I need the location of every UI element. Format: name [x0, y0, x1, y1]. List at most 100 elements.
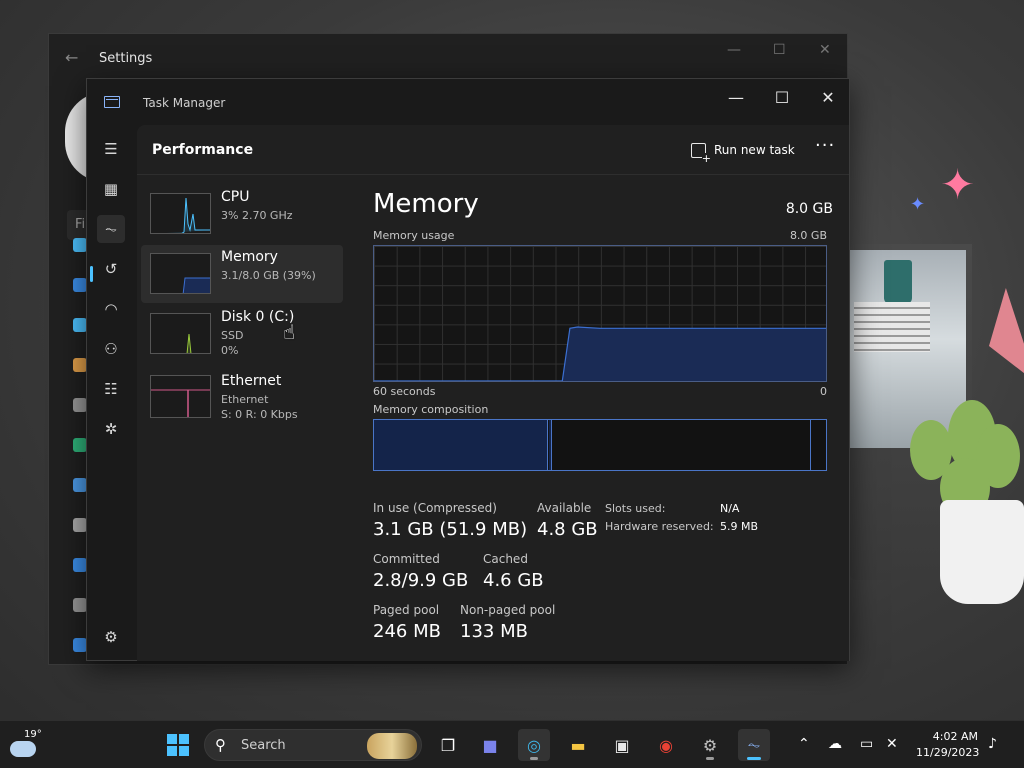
slots-used-label: Slots used: — [605, 502, 666, 515]
memory-usage-label: Memory usage — [373, 229, 455, 242]
memory-composition-label: Memory composition — [373, 403, 489, 416]
settings-title: Settings — [99, 51, 153, 66]
cpu-thumbnail — [150, 193, 211, 234]
perf-item-cpu[interactable]: CPU 3% 2.70 GHz — [141, 185, 343, 243]
sparkle-decoration-small: ✦ — [910, 194, 926, 215]
running-indicator — [530, 757, 538, 760]
time-end-label: 0 — [820, 385, 827, 398]
task-manager-taskbar-icon[interactable]: ⏦ — [738, 729, 770, 761]
window-title: Task Manager — [143, 96, 226, 110]
close-button[interactable]: ✕ — [805, 83, 851, 113]
startup-apps-icon[interactable]: ◠ — [97, 295, 125, 323]
taskbar-search[interactable]: ⚲ Search — [204, 729, 422, 761]
composition-free — [812, 420, 826, 470]
hardware-reserved-label: Hardware reserved: — [605, 520, 714, 533]
stat-value: 133 MB — [460, 621, 528, 642]
memory-thumbnail — [150, 253, 211, 294]
apps-icon — [73, 398, 87, 412]
accessibility-icon — [73, 558, 87, 572]
stat-value: 4.8 GB — [537, 519, 598, 540]
stat-cached: Cached 4.6 GB — [483, 552, 544, 591]
network-status-icon[interactable]: ▭ — [860, 736, 873, 752]
stat-committed: Committed 2.8/9.9 GB — [373, 552, 468, 591]
nav-active-indicator — [90, 266, 93, 282]
clock[interactable]: 4:02 AM 11/29/2023 — [916, 729, 980, 761]
back-arrow-icon[interactable]: ← — [65, 48, 78, 67]
memory-usage-graph-svg — [374, 326, 826, 381]
composition-in-use — [374, 420, 548, 470]
maximize-button[interactable]: ☐ — [759, 83, 805, 113]
close-icon[interactable]: ✕ — [819, 42, 831, 58]
stat-value: 2.8/9.9 GB — [373, 570, 469, 591]
perf-item-disk[interactable]: Disk 0 (C:) SSD 0% — [141, 305, 343, 363]
content-pane: Performance Run new task ··· CPU 3% 2.70… — [137, 125, 849, 661]
stat-label: Committed — [373, 552, 440, 566]
memory-usage-area — [374, 327, 826, 381]
services-icon[interactable]: ✲ — [97, 415, 125, 443]
settings-gear-icon[interactable]: ⚙ — [97, 623, 125, 651]
composition-modified — [549, 420, 552, 470]
perf-item-ethernet[interactable]: Ethernet Ethernet S: 0 R: 0 Kbps — [141, 371, 343, 429]
weather-temp: 19° — [24, 729, 42, 740]
more-options-button[interactable]: ··· — [815, 135, 835, 156]
task-manager-window[interactable]: Task Manager — ☐ ✕ ☰ ▦ ⏦ ↺ ◠ ⚇ ☷ ✲ ⚙ Per… — [86, 78, 850, 661]
notifications-bell-icon[interactable]: ♪ — [988, 736, 997, 752]
show-hidden-icons-chevron-icon[interactable]: ⌃ — [798, 736, 810, 752]
clock-time: 4:02 AM — [932, 730, 978, 743]
clock-date: 11/29/2023 — [916, 746, 980, 759]
details-icon[interactable]: ☷ — [97, 375, 125, 403]
sparkle-decoration: ✦ — [940, 160, 976, 209]
perf-item-detail: 3% 2.70 GHz — [221, 209, 293, 222]
app-history-icon[interactable]: ↺ — [97, 255, 125, 283]
memory-composition-bar — [373, 419, 827, 471]
system-icon — [73, 238, 87, 252]
task-manager-app-icon — [104, 96, 120, 108]
run-new-task-label: Run new task — [714, 143, 795, 157]
time-span-label: 60 seconds — [373, 385, 436, 398]
memory-total: 8.0 GB — [785, 201, 833, 217]
run-new-task-button[interactable]: Run new task — [691, 139, 795, 164]
settings-app-icon[interactable]: ⚙ — [694, 729, 726, 761]
perf-item-name: CPU — [221, 189, 250, 205]
hand-cursor-icon: ☝ — [283, 320, 296, 344]
performance-icon[interactable]: ⏦ — [97, 215, 125, 243]
teams-icon[interactable]: ■ — [474, 729, 506, 761]
personalization-icon — [73, 358, 87, 372]
gaming-icon — [73, 518, 87, 532]
minimize-button[interactable]: — — [713, 83, 759, 113]
bluetooth-icon — [73, 278, 87, 292]
stat-label: Available — [537, 501, 592, 515]
perf-item-memory[interactable]: Memory 3.1/8.0 GB (39%) — [141, 245, 343, 303]
chrome-icon[interactable]: ◉ — [650, 729, 682, 761]
maximize-icon[interactable]: ☐ — [773, 42, 786, 58]
page-title: Performance — [152, 142, 254, 158]
title-bar[interactable]: Task Manager — ☐ ✕ — [87, 79, 849, 125]
privacy-icon — [73, 598, 87, 612]
volume-muted-icon[interactable]: ✕ — [886, 736, 898, 752]
microsoft-store-icon[interactable]: ▣ — [606, 729, 638, 761]
taskbar: 19° ⚲ Search ❐ ■ ◎ ▬ ▣ ◉ ⚙ ⏦ ⌃ ☁ ▭ ✕ 4:0… — [0, 720, 1024, 768]
stat-in-use: In use (Compressed) 3.1 GB (51.9 MB) — [373, 501, 527, 540]
perf-item-name: Ethernet — [221, 373, 282, 389]
file-explorer-icon[interactable]: ▬ — [562, 729, 594, 761]
hamburger-menu-icon[interactable]: ☰ — [97, 135, 125, 163]
stat-value: 246 MB — [373, 621, 441, 642]
edge-icon[interactable]: ◎ — [518, 729, 550, 761]
weather-widget[interactable]: 19° — [10, 729, 46, 761]
start-button[interactable] — [162, 729, 194, 761]
perf-item-detail: SSD — [221, 329, 244, 342]
composition-standby — [553, 420, 811, 470]
search-label: Search — [241, 738, 286, 753]
onedrive-icon[interactable]: ☁ — [828, 736, 842, 752]
stat-label: Non-paged pool — [460, 603, 556, 617]
users-icon[interactable]: ⚇ — [97, 335, 125, 363]
disk-thumbnail — [150, 313, 211, 354]
perf-item-detail-2: S: 0 R: 0 Kbps — [221, 408, 298, 421]
minimize-icon[interactable]: — — [727, 42, 741, 58]
stat-paged-pool: Paged pool 246 MB — [373, 603, 441, 642]
stat-value: 4.6 GB — [483, 570, 544, 591]
accounts-icon — [73, 438, 87, 452]
task-view-icon[interactable]: ❐ — [432, 729, 464, 761]
processes-icon[interactable]: ▦ — [97, 175, 125, 203]
stat-available: Available 4.8 GB — [537, 501, 598, 540]
